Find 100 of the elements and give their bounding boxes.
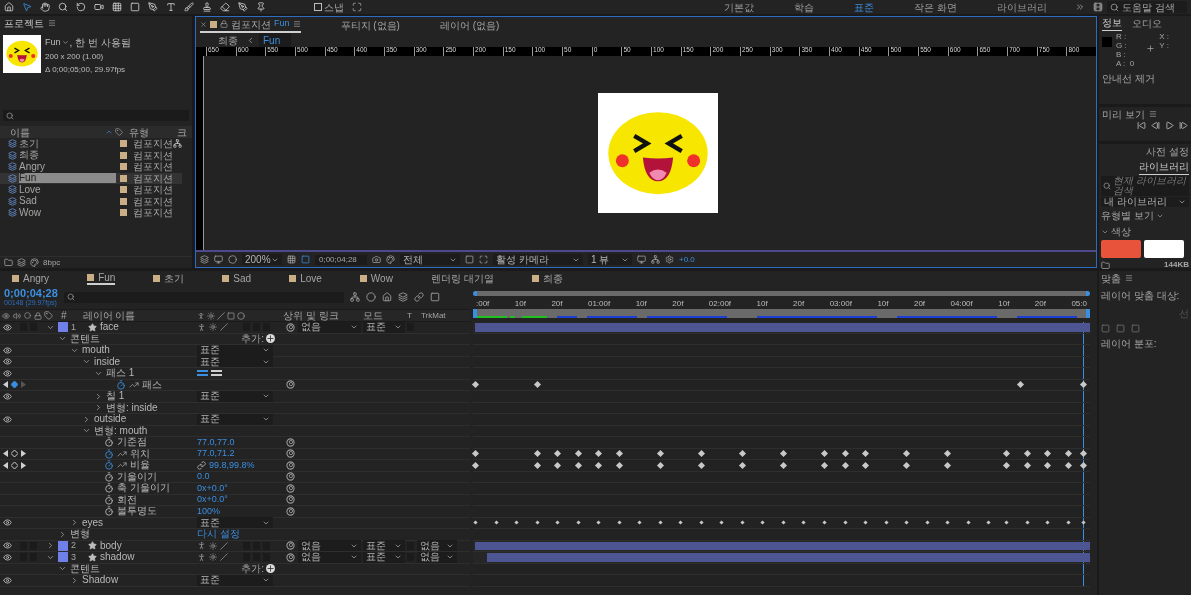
keyframe-marker[interactable] — [697, 450, 705, 458]
label-swatch[interactable] — [120, 174, 127, 182]
chevron-icon[interactable] — [58, 529, 67, 539]
keyframe-marker[interactable] — [944, 520, 950, 525]
layers-icon[interactable] — [200, 255, 209, 264]
project-item[interactable]: Love 컴포지션 — [0, 184, 182, 196]
rotate-icon[interactable] — [76, 2, 86, 12]
play-icon[interactable] — [1165, 121, 1174, 130]
keyframe-marker[interactable] — [800, 520, 806, 525]
menu-icon[interactable] — [48, 19, 56, 27]
keyframe-marker[interactable] — [616, 520, 622, 525]
workspace-tab[interactable]: 작은 화면 — [894, 0, 977, 15]
panel-tab[interactable]: 사전 설정 — [1146, 144, 1189, 159]
mode-dropdown[interactable]: 표준 — [363, 321, 405, 333]
blend-mode-dropdown[interactable]: 표준 — [197, 517, 273, 529]
eraser-icon[interactable] — [220, 2, 230, 12]
workspace-tab[interactable]: 표준 — [834, 0, 895, 15]
chevrons-icon[interactable] — [1075, 2, 1085, 12]
film-icon[interactable] — [1093, 2, 1103, 12]
view-icon[interactable] — [637, 255, 646, 264]
eye-icon[interactable] — [3, 552, 12, 562]
track-matte-dropdown[interactable]: 없음 — [417, 540, 457, 552]
stamp-icon[interactable] — [202, 2, 212, 12]
zoom-dropdown[interactable]: 200% — [242, 254, 282, 265]
label-swatch[interactable] — [120, 186, 127, 194]
path-direction-icon[interactable] — [197, 370, 208, 377]
property-value[interactable]: 77.0,77.0 — [197, 437, 235, 447]
blend-mode-dropdown[interactable]: 표준 — [197, 356, 273, 368]
lock-icon[interactable] — [220, 20, 228, 28]
keyframe-marker[interactable] — [1024, 520, 1030, 525]
mode-dropdown[interactable]: 표준 — [363, 540, 405, 552]
keyframe-marker[interactable] — [594, 461, 602, 469]
stopwatch-icon[interactable] — [104, 483, 114, 494]
snapshot-icon[interactable] — [372, 255, 381, 264]
keyframe-marker[interactable] — [697, 461, 705, 469]
property-value[interactable]: 0x+0.0° — [197, 495, 228, 505]
keyframe-marker[interactable] — [574, 450, 582, 458]
project-item[interactable]: Fun 컴포지션 — [0, 172, 182, 184]
keyframe-marker[interactable] — [780, 520, 786, 525]
property-value[interactable]: 100% — [197, 506, 221, 516]
keyframe-marker[interactable] — [902, 461, 910, 469]
keyframe-marker[interactable] — [533, 461, 541, 469]
keyframe-marker[interactable] — [636, 520, 642, 525]
keyframe-marker[interactable] — [842, 520, 848, 525]
project-item[interactable]: 초기 컴포지션 — [0, 138, 182, 150]
add-icon[interactable] — [266, 334, 275, 344]
keyframe-marker[interactable] — [861, 450, 869, 458]
panel-tab[interactable]: 오디오 — [1132, 15, 1162, 31]
caret-icon[interactable] — [61, 39, 69, 46]
figure-icon[interactable] — [197, 541, 206, 551]
search-field[interactable] — [63, 291, 344, 303]
graph-icon[interactable] — [129, 379, 139, 390]
parent-dropdown[interactable]: 없음 — [298, 321, 361, 333]
keyframe-marker[interactable] — [471, 461, 479, 469]
keyframe-marker[interactable] — [820, 461, 828, 469]
previous-keyframe-icon[interactable] — [3, 381, 8, 389]
parent-dropdown[interactable]: 없음 — [298, 540, 361, 552]
keyframe-marker[interactable] — [943, 450, 951, 458]
blend-mode-dropdown[interactable]: 표준 — [197, 413, 273, 425]
flowchart-icon[interactable] — [173, 139, 182, 149]
keyframe-marker[interactable] — [657, 520, 663, 525]
camera-icon[interactable] — [94, 2, 104, 12]
timeline-tab[interactable]: 초기 — [153, 271, 185, 285]
menu-icon[interactable] — [292, 20, 301, 28]
stopwatch-icon[interactable] — [104, 448, 114, 459]
workspace-tab[interactable]: 기본값 — [704, 0, 775, 15]
keyframe-marker[interactable] — [1079, 450, 1087, 458]
label-swatch[interactable] — [120, 140, 127, 148]
section-title[interactable]: 색상 — [1111, 224, 1131, 239]
eye-icon[interactable] — [3, 518, 12, 528]
keyframe-marker[interactable] — [1043, 461, 1051, 469]
sun-icon[interactable] — [209, 323, 217, 332]
keyframe-marker[interactable] — [1080, 520, 1086, 525]
column-header[interactable]: 크 — [175, 124, 187, 140]
help-search-field[interactable]: 도움말 검색 — [1107, 1, 1187, 13]
keyframe-marker[interactable] — [493, 520, 499, 525]
flowchart-icon[interactable] — [651, 255, 660, 264]
keyframe-marker[interactable] — [553, 461, 561, 469]
eye-icon[interactable] — [3, 575, 12, 585]
composition-icon[interactable] — [17, 258, 26, 267]
timecode-field[interactable]: 0;00;04;28 — [315, 254, 367, 265]
label-swatch[interactable] — [120, 151, 127, 159]
viewer-tab[interactable]: 레이어 (없음) — [439, 17, 500, 33]
chevron-icon[interactable] — [94, 403, 103, 413]
timeline-tab[interactable]: Angry — [12, 271, 50, 285]
view-label[interactable]: 유형별 보기 — [1101, 208, 1154, 223]
timeline-tab[interactable]: Fun — [87, 271, 116, 285]
keyframe-marker[interactable] — [513, 520, 519, 525]
keyframe-marker[interactable] — [553, 450, 561, 458]
keyframe-marker[interactable] — [656, 461, 664, 469]
keyframe-marker[interactable] — [472, 520, 478, 525]
eye-icon[interactable] — [3, 368, 12, 378]
blend-mode-dropdown[interactable]: 표준 — [197, 574, 273, 586]
column-header[interactable]: 이름 — [0, 124, 105, 140]
step-back-icon[interactable] — [1151, 121, 1160, 130]
keyframe-diamond-icon[interactable] — [11, 461, 18, 469]
add-icon[interactable] — [266, 564, 275, 574]
label-swatch[interactable] — [120, 197, 127, 205]
keyframe-marker[interactable] — [471, 450, 479, 458]
panel-tab[interactable]: 정보 — [1102, 15, 1122, 31]
